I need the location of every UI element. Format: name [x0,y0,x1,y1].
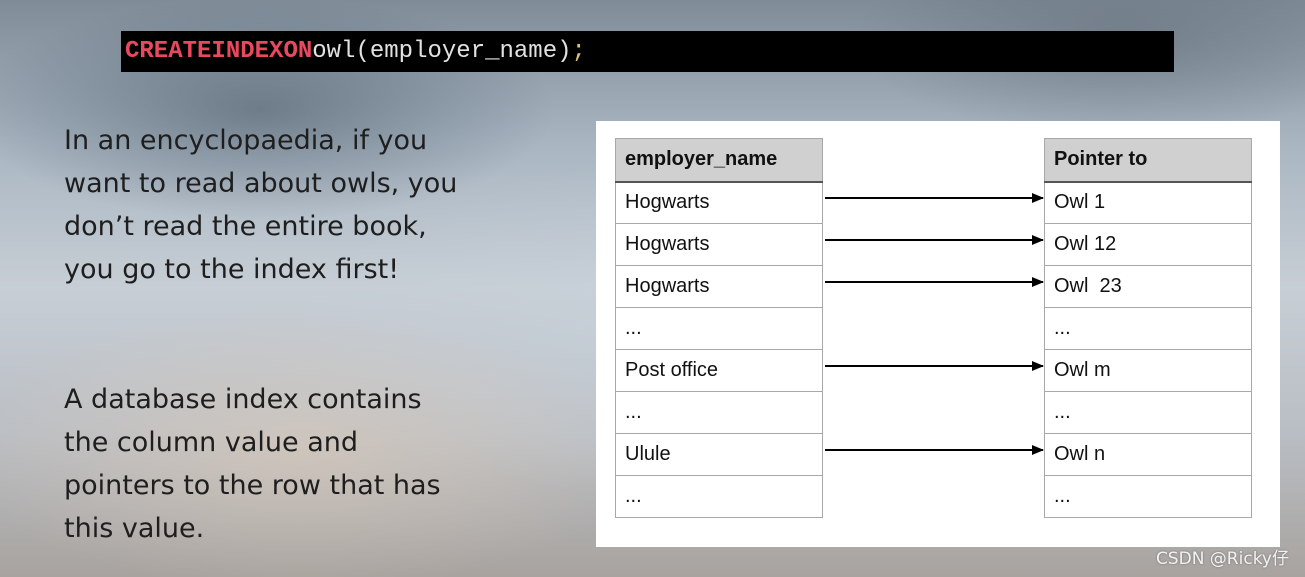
index-diagram-panel: employer_name Hogwarts Hogwarts Hogwarts… [596,121,1280,547]
sql-keyword-index: INDEX [211,38,284,65]
encyclopaedia-analogy-text: In an encyclopaedia, if you want to read… [64,125,458,285]
pointer-arrows [825,193,1044,455]
sql-keyword-create: CREATE [125,38,212,65]
sql-table-name: owl [312,38,356,65]
sql-keyword-on: ON [283,38,313,65]
sql-code-bar: CREATE INDEX ON owl (employer_name); [121,31,1174,72]
watermark: CSDN @Ricky仔 [1155,549,1289,569]
index-definition-text: A database index contains the column val… [64,384,441,544]
sql-column-expr: (employer_name) [355,38,572,65]
sql-terminator: ; [571,38,586,65]
